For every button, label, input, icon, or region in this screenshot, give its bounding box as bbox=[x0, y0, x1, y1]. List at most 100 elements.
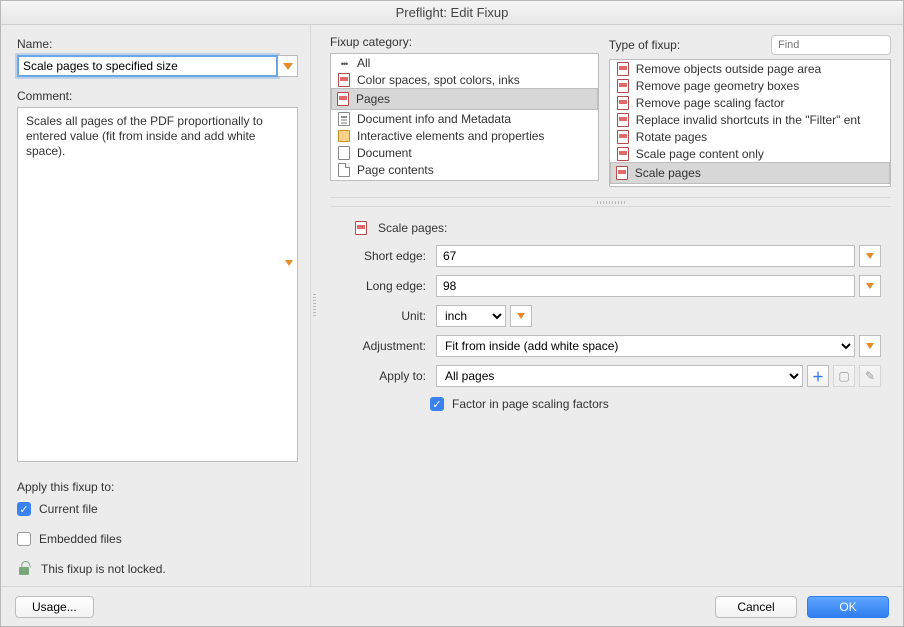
section-title: Scale pages: bbox=[378, 221, 447, 235]
pdf-icon bbox=[338, 73, 350, 87]
factor-label: Factor in page scaling factors bbox=[452, 397, 609, 411]
embedded-files-checkbox[interactable]: Embedded files bbox=[17, 532, 298, 546]
txt-icon bbox=[338, 112, 350, 126]
chevron-down-icon bbox=[285, 260, 293, 280]
window-title: Preflight: Edit Fixup bbox=[1, 1, 903, 25]
name-input[interactable] bbox=[17, 55, 278, 77]
checkbox-icon bbox=[17, 532, 31, 546]
list-item-label: Rotate pages bbox=[636, 130, 707, 144]
list-item-label: Scale page content only bbox=[636, 147, 764, 161]
fixup-type-item[interactable]: Scale page content only bbox=[610, 145, 890, 162]
name-dropdown-button[interactable] bbox=[278, 55, 298, 77]
pdf-icon bbox=[617, 113, 629, 127]
list-item-label: Interactive elements and properties bbox=[357, 129, 544, 143]
chevron-down-icon bbox=[866, 283, 874, 289]
pdf-icon bbox=[617, 79, 629, 93]
category-item[interactable]: All bbox=[331, 54, 598, 71]
checkbox-icon: ✓ bbox=[430, 397, 444, 411]
list-item-label: Remove page geometry boxes bbox=[636, 79, 799, 93]
unit-variable-button[interactable] bbox=[510, 305, 532, 327]
chevron-down-icon bbox=[866, 343, 874, 349]
list-item-label: Page contents bbox=[357, 163, 434, 177]
list-item-label: Scale pages bbox=[635, 166, 701, 180]
fixup-type-item[interactable]: Rotate pages bbox=[610, 128, 890, 145]
lock-status: This fixup is not locked. bbox=[17, 562, 298, 576]
adjustment-label: Adjustment: bbox=[340, 339, 426, 353]
pdf-icon bbox=[617, 130, 629, 144]
long-edge-label: Long edge: bbox=[340, 279, 426, 293]
comment-textarea[interactable]: Scales all pages of the PDF proportional… bbox=[17, 107, 298, 462]
add-page-filter-button[interactable]: ＋ bbox=[807, 365, 829, 387]
cancel-button[interactable]: Cancel bbox=[715, 596, 797, 618]
pdf-icon bbox=[616, 166, 628, 180]
category-item[interactable]: Page contents bbox=[331, 161, 598, 178]
long-edge-input[interactable] bbox=[436, 275, 855, 297]
category-item[interactable]: Pages bbox=[331, 88, 598, 110]
list-item-label: Remove objects outside page area bbox=[636, 62, 821, 76]
fixup-category-list[interactable]: All Color spaces, spot colors, inks Pages D… bbox=[330, 53, 599, 181]
fixup-type-list[interactable]: Remove objects outside page area Remove p… bbox=[609, 59, 891, 187]
chevron-down-icon bbox=[283, 63, 293, 70]
doc-icon bbox=[338, 146, 350, 160]
pdf-icon bbox=[617, 147, 629, 161]
copy-page-filter-button: ▢ bbox=[833, 365, 855, 387]
category-item[interactable]: Interactive elements and properties bbox=[331, 127, 598, 144]
form-icon bbox=[338, 130, 350, 142]
form-grid: Short edge: Long edge: Unit: inch Adjust… bbox=[340, 245, 881, 387]
fixup-category-label: Fixup category: bbox=[330, 35, 412, 49]
current-file-checkbox[interactable]: ✓ Current file bbox=[17, 502, 298, 516]
unlock-icon[interactable] bbox=[17, 562, 31, 576]
vertical-splitter[interactable] bbox=[311, 25, 318, 586]
lock-text: This fixup is not locked. bbox=[41, 562, 166, 576]
adjustment-variable-button[interactable] bbox=[859, 335, 881, 357]
right-pane: Fixup category: All Color spaces, spot co… bbox=[318, 25, 903, 586]
unit-select[interactable]: inch bbox=[436, 305, 506, 327]
find-input[interactable] bbox=[771, 35, 891, 55]
edit-page-filter-button: ✎ bbox=[859, 365, 881, 387]
adjustment-select[interactable]: Fit from inside (add white space) bbox=[436, 335, 855, 357]
preflight-edit-fixup-window: Preflight: Edit Fixup Name: Comment: Sca… bbox=[0, 0, 904, 627]
list-item-label: Color spaces, spot colors, inks bbox=[357, 73, 520, 87]
category-item[interactable]: Color spaces, spot colors, inks bbox=[331, 71, 598, 88]
usage-button[interactable]: Usage... bbox=[15, 596, 94, 618]
long-edge-variable-button[interactable] bbox=[859, 275, 881, 297]
name-row bbox=[17, 55, 298, 77]
pdf-icon bbox=[337, 92, 349, 106]
fixup-type-item[interactable]: Remove objects outside page area bbox=[610, 60, 890, 77]
short-edge-variable-button[interactable] bbox=[859, 245, 881, 267]
section-header: Scale pages: bbox=[354, 221, 891, 235]
horizontal-splitter[interactable] bbox=[330, 197, 891, 207]
ok-button[interactable]: OK bbox=[807, 596, 889, 618]
top-lists: Fixup category: All Color spaces, spot co… bbox=[330, 35, 891, 187]
list-item-label: Remove page scaling factor bbox=[636, 96, 785, 110]
name-label: Name: bbox=[17, 37, 298, 51]
chevron-down-icon bbox=[517, 313, 525, 319]
list-item-label: Replace invalid shortcuts in the "Filter… bbox=[636, 113, 861, 127]
chevron-down-icon bbox=[866, 253, 874, 259]
comment-variable-button[interactable] bbox=[285, 266, 293, 281]
short-edge-label: Short edge: bbox=[340, 249, 426, 263]
apply-to-label: Apply to: bbox=[340, 369, 426, 383]
category-item[interactable]: Document info and Metadata bbox=[331, 110, 598, 127]
fixup-type-label: Type of fixup: bbox=[609, 38, 680, 52]
page-icon bbox=[338, 163, 350, 177]
factor-checkbox[interactable]: ✓ Factor in page scaling factors bbox=[430, 397, 891, 411]
apply-to-select[interactable]: All pages bbox=[436, 365, 803, 387]
fixup-type-item[interactable]: Scale pages bbox=[610, 162, 890, 184]
fixup-type-item[interactable]: Remove page geometry boxes bbox=[610, 77, 890, 94]
dots-icon bbox=[341, 56, 347, 70]
fixup-type-item[interactable]: Remove page scaling factor bbox=[610, 94, 890, 111]
unit-label: Unit: bbox=[340, 309, 426, 323]
current-file-label: Current file bbox=[39, 502, 98, 516]
fixup-type-item[interactable]: Replace invalid shortcuts in the "Filter… bbox=[610, 111, 890, 128]
dialog-footer: Usage... Cancel OK bbox=[1, 586, 903, 626]
fixup-type-column: Type of fixup: Remove objects outside pa… bbox=[609, 35, 891, 187]
short-edge-input[interactable] bbox=[436, 245, 855, 267]
list-item-label: Pages bbox=[356, 92, 390, 106]
pdf-icon bbox=[617, 62, 629, 76]
fixup-category-column: Fixup category: All Color spaces, spot co… bbox=[330, 35, 599, 187]
category-item[interactable]: Document bbox=[331, 144, 598, 161]
list-item-label: All bbox=[357, 56, 370, 70]
dialog-body: Name: Comment: Scales all pages of the P… bbox=[1, 25, 903, 586]
checkbox-icon: ✓ bbox=[17, 502, 31, 516]
